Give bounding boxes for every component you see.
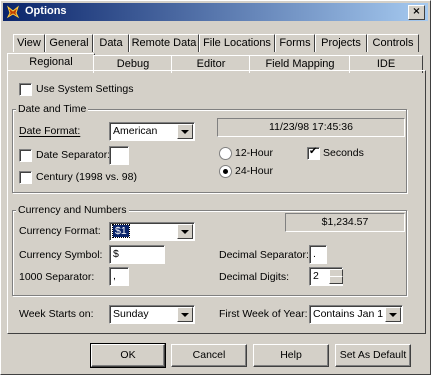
currency-symbol-label: Currency Symbol:: [19, 249, 103, 261]
date-time-group-title: Date and Time: [16, 103, 89, 115]
cancel-button[interactable]: Cancel: [171, 344, 247, 367]
decimal-digits-label: Decimal Digits:: [219, 271, 290, 283]
thousand-separator-input[interactable]: ,: [109, 267, 129, 286]
first-week-select[interactable]: Contains Jan 1: [309, 305, 403, 324]
seconds-label: Seconds: [323, 147, 364, 159]
tab-general[interactable]: General: [45, 34, 93, 52]
title-bar[interactable]: Options ×: [3, 3, 428, 21]
currency-format-value: $1: [112, 224, 130, 238]
week-starts-label: Week Starts on:: [19, 308, 94, 320]
close-button[interactable]: ×: [408, 5, 425, 20]
century-label: Century (1998 vs. 98): [36, 171, 137, 183]
help-button[interactable]: Help: [253, 344, 329, 367]
hour24-radio[interactable]: [219, 165, 232, 178]
ok-button[interactable]: OK: [90, 343, 166, 368]
tab-controls[interactable]: Controls: [367, 34, 419, 52]
currency-symbol-input[interactable]: $: [109, 245, 165, 264]
currency-preview: $1,234.57: [285, 213, 405, 232]
options-dialog: Options × View General Data Remote Data …: [0, 0, 431, 375]
spin-down-icon[interactable]: [329, 276, 343, 284]
close-icon: ×: [412, 6, 421, 17]
first-week-value: Contains Jan 1: [313, 308, 384, 320]
tab-data[interactable]: Data: [93, 34, 129, 52]
seconds-checkbox[interactable]: [307, 146, 320, 160]
chevron-down-icon[interactable]: [177, 307, 193, 322]
set-as-default-button[interactable]: Set As Default: [335, 344, 411, 367]
window-title: Options: [25, 5, 67, 17]
date-separator-input[interactable]: [109, 146, 129, 165]
date-format-value: American: [113, 125, 158, 137]
century-checkbox[interactable]: [19, 171, 32, 184]
use-system-settings-checkbox[interactable]: [19, 83, 32, 96]
tab-projects[interactable]: Projects: [315, 34, 367, 52]
date-separator-label: Date Separator:: [36, 149, 111, 161]
decimal-separator-label: Decimal Separator:: [219, 249, 309, 261]
first-week-label: First Week of Year:: [219, 308, 308, 320]
use-system-settings-label: Use System Settings: [36, 83, 134, 95]
date-format-label: Date Format:: [19, 125, 81, 137]
chevron-down-icon[interactable]: [177, 124, 193, 139]
thousand-separator-label: 1000 Separator:: [19, 271, 95, 283]
tab-file-locations[interactable]: File Locations: [199, 34, 275, 52]
chevron-down-icon[interactable]: [177, 224, 193, 239]
tab-view[interactable]: View: [13, 34, 45, 52]
decimal-separator-input[interactable]: .: [309, 245, 327, 264]
hour12-radio[interactable]: [219, 147, 232, 160]
hour24-label: 24-Hour: [235, 165, 273, 177]
currency-format-label: Currency Format:: [19, 225, 101, 237]
hour12-label: 12-Hour: [235, 147, 273, 159]
chevron-down-icon[interactable]: [385, 307, 401, 322]
tab-forms[interactable]: Forms: [275, 34, 315, 52]
currency-numbers-group-title: Currency and Numbers: [16, 204, 129, 216]
decimal-digits-spinner[interactable]: 2: [309, 267, 343, 286]
spinner-arrows[interactable]: [329, 269, 343, 284]
week-starts-select[interactable]: Sunday: [109, 305, 195, 324]
currency-format-select[interactable]: $1: [109, 222, 195, 241]
date-format-select[interactable]: American: [109, 122, 195, 141]
tab-remote-data[interactable]: Remote Data: [129, 34, 199, 52]
app-icon: [6, 5, 20, 19]
week-starts-value: Sunday: [113, 308, 149, 320]
date-time-preview: 11/23/98 17:45:36: [217, 118, 405, 137]
date-separator-checkbox[interactable]: [19, 149, 32, 162]
